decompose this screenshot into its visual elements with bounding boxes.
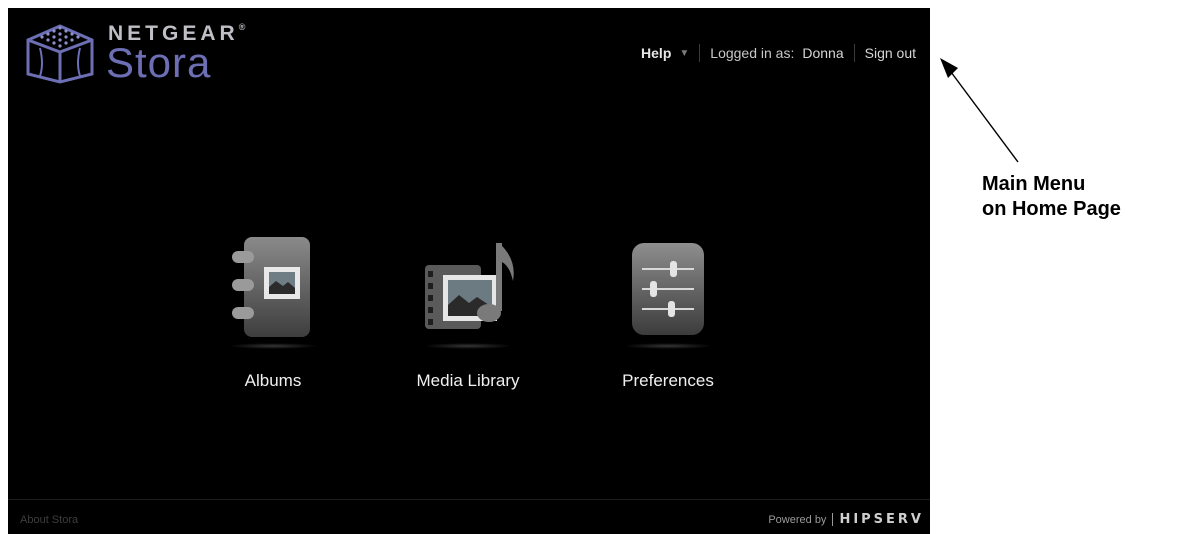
annotation-arrow-icon [940, 58, 1019, 163]
media-library-label: Media Library [416, 371, 520, 390]
registered-mark: ® [238, 22, 246, 32]
albums-label: Albums [244, 371, 302, 390]
stora-wordmark: Stora [106, 39, 212, 86]
main-menu: Help ▼ Logged in as: Donna Sign out [641, 44, 916, 62]
albums-app[interactable]: Albums [193, 233, 353, 391]
preferences-app[interactable]: Preferences [588, 233, 748, 391]
icon-reflection [228, 343, 318, 349]
icon-reflection [623, 343, 713, 349]
annotation-line-2: on Home Page [982, 198, 1121, 220]
preferences-sliders-icon [632, 243, 704, 335]
icon-reflection [423, 343, 513, 349]
nav-divider [699, 44, 701, 62]
stora-home-screen: NETGEAR® Stora Help ▼ Logged in as: Donn… [8, 8, 930, 534]
albums-icon [232, 237, 310, 337]
powered-by-label: Powered by [768, 513, 827, 526]
cube-logo-icon [26, 24, 94, 84]
powered-divider [832, 513, 834, 526]
chevron-down-icon[interactable]: ▼ [679, 48, 689, 59]
annotation-line-1: Main Menu [982, 173, 1086, 195]
media-library-icon [425, 243, 514, 329]
about-stora-link[interactable]: About Stora [20, 514, 78, 526]
media-library-app[interactable]: Media Library [388, 233, 548, 391]
preferences-label: Preferences [622, 371, 714, 390]
netgear-stora-logo: NETGEAR® Stora [20, 18, 250, 90]
sign-out-link[interactable]: Sign out [865, 45, 916, 61]
help-menu-button[interactable]: Help [641, 45, 671, 61]
nav-divider [853, 44, 855, 62]
hipserv-logo: HIPSERV [839, 512, 924, 527]
powered-by: Powered by HIPSERV [768, 512, 924, 527]
logged-in-label: Logged in as: [710, 45, 795, 61]
footer: About Stora Powered by HIPSERV [8, 499, 930, 534]
username: Donna [802, 45, 844, 61]
annotation-callout: Main Menu on Home Page [982, 172, 1121, 222]
